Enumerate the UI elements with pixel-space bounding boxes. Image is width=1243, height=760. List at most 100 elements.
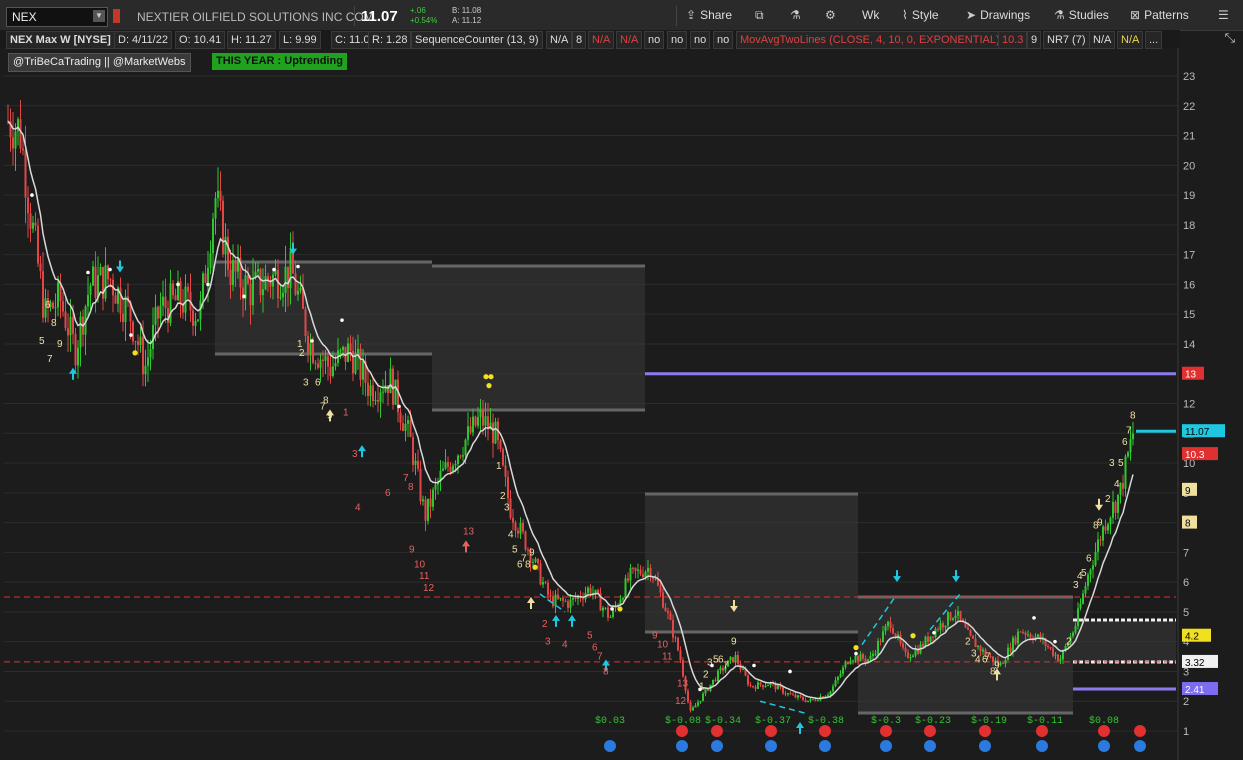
candle-body[interactable] [719,667,722,671]
candle-body[interactable] [29,213,32,229]
candle-body[interactable] [632,567,634,569]
candle-body[interactable] [532,562,534,564]
candle-body[interactable] [759,682,762,686]
candle-body[interactable] [474,416,477,426]
candle-body[interactable] [459,455,462,457]
candle-body[interactable] [1119,482,1122,495]
candle-body[interactable] [767,685,769,687]
candle-body[interactable] [912,655,914,658]
studies-button[interactable]: ⚗ Studies [1054,8,1109,22]
candle-body[interactable] [844,662,847,668]
candle-body[interactable] [662,592,664,608]
candle-body[interactable] [682,660,684,677]
info-icon[interactable] [604,740,616,752]
candle-body[interactable] [1077,608,1079,627]
candle-body[interactable] [194,320,197,326]
candle-body[interactable] [812,699,814,701]
candle-body[interactable] [252,277,254,306]
candle-body[interactable] [499,440,502,450]
candle-body[interactable] [467,426,469,440]
candle-body[interactable] [537,558,539,564]
candle-body[interactable] [582,598,584,600]
candle-body[interactable] [777,684,779,690]
candle-body[interactable] [209,253,212,268]
candle-body[interactable] [947,612,949,626]
candle-body[interactable] [1127,452,1129,457]
candle-body[interactable] [172,283,174,296]
drawings-button[interactable]: ➤ Drawings [966,8,1030,22]
candle-body[interactable] [14,131,17,149]
earnings-icon[interactable] [765,725,777,737]
candle-body[interactable] [1049,647,1052,649]
candle-body[interactable] [572,597,574,600]
candle-body[interactable] [197,319,199,321]
candle-body[interactable] [1092,565,1094,570]
candle-body[interactable] [687,690,689,702]
candle-body[interactable] [697,702,699,706]
candle-body[interactable] [907,652,909,658]
candle-body[interactable] [694,705,697,708]
candle-body[interactable] [114,295,117,304]
candle-body[interactable] [502,449,504,466]
candle-body[interactable] [647,567,649,572]
candle-body[interactable] [834,680,837,687]
candle-body[interactable] [144,365,147,375]
candle-body[interactable] [972,635,974,639]
candle-body[interactable] [794,694,797,698]
candle-body[interactable] [1104,526,1107,531]
candle-body[interactable] [622,598,624,600]
candle-body[interactable] [202,273,204,301]
candle-body[interactable] [832,686,834,692]
candle-body[interactable] [362,360,364,380]
candle-body[interactable] [1114,501,1117,513]
candle-body[interactable] [262,289,264,296]
candle-body[interactable] [944,625,947,628]
candle-body[interactable] [1074,626,1077,633]
candle-body[interactable] [72,316,74,334]
study-more[interactable]: ... [1145,31,1163,49]
candle-body[interactable] [869,656,872,660]
candle-body[interactable] [1059,659,1062,661]
candle-body[interactable] [257,268,259,272]
candle-body[interactable] [1087,574,1089,587]
candle-body[interactable] [309,343,312,353]
price-chart[interactable]: 1234567891011121314151617181920212223568… [0,48,1243,760]
candle-body[interactable] [22,148,24,151]
candle-body[interactable] [492,422,494,444]
candle-body[interactable] [864,658,867,662]
candle-body[interactable] [1014,637,1017,644]
candle-body[interactable] [1089,569,1092,575]
info-icon[interactable] [880,740,892,752]
candle-body[interactable] [107,265,109,280]
study-nr7[interactable]: NR7 (7) [1043,31,1090,49]
period-button[interactable]: Wk [862,8,879,22]
candle-body[interactable] [159,305,162,319]
candle-body[interactable] [969,629,972,636]
candle-body[interactable] [379,392,382,402]
candle-body[interactable] [1122,482,1124,489]
earnings-icon[interactable] [1098,725,1110,737]
candle-body[interactable] [184,286,187,313]
candle-body[interactable] [52,302,54,309]
candle-body[interactable] [704,688,707,694]
candle-body[interactable] [477,417,479,426]
candle-body[interactable] [952,618,954,621]
candle-body[interactable] [1072,632,1074,637]
candle-body[interactable] [1029,634,1032,638]
candle-body[interactable] [42,271,44,318]
candle-body[interactable] [699,700,702,703]
candle-body[interactable] [214,197,217,219]
settings-button[interactable]: ⚙ [825,8,840,22]
candle-body[interactable] [884,625,887,632]
candle-body[interactable] [404,423,407,431]
candle-body[interactable] [304,308,307,337]
candle-body[interactable] [642,574,644,578]
candle-body[interactable] [677,637,679,651]
candle-body[interactable] [422,499,424,502]
candle-body[interactable] [264,276,267,290]
candle-body[interactable] [1132,433,1134,440]
candle-body[interactable] [1054,654,1057,656]
candle-body[interactable] [792,694,794,696]
candle-body[interactable] [692,707,694,711]
candle-body[interactable] [747,675,749,685]
